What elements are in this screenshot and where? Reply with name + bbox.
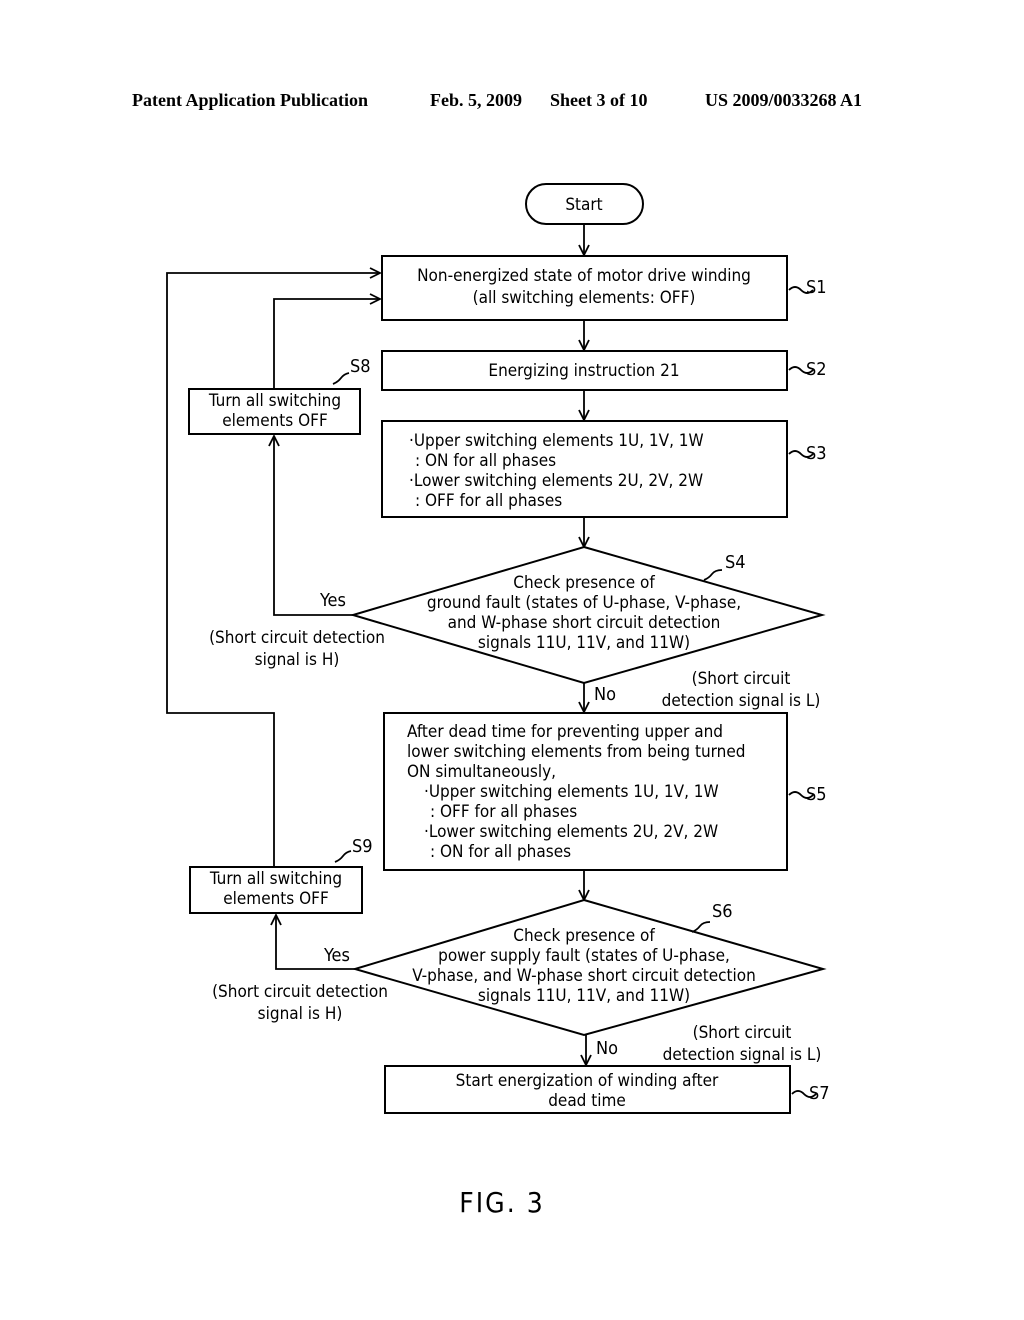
s9-line-1: Turn all switching <box>209 869 342 889</box>
s6-yes-label: Yes <box>323 945 350 966</box>
figure-label: FIG. 3 <box>459 1186 544 1219</box>
s6-no-label: No <box>596 1038 618 1059</box>
s4-tilde <box>703 569 723 581</box>
s4-id: S4 <box>725 552 746 573</box>
s5-line-2: lower switching elements from being turn… <box>407 742 745 762</box>
s5-id: S5 <box>806 784 827 805</box>
connector-s4-yes-s8 <box>273 436 353 616</box>
s9-line-2: elements OFF <box>223 889 329 909</box>
s4-yes-label: Yes <box>319 590 346 611</box>
s6-line-3: V-phase, and W-phase short circuit detec… <box>412 966 756 986</box>
s2-line-1: Energizing instruction 21 <box>488 361 679 381</box>
s9-tilde <box>334 850 352 863</box>
s4-no-label: No <box>594 684 616 705</box>
s1-id: S1 <box>806 277 827 298</box>
s6-yes-note-2: signal is H) <box>258 1004 343 1024</box>
s4-no-note-1: (Short circuit <box>692 669 791 689</box>
s6-no-note-1: (Short circuit <box>693 1023 792 1043</box>
s4-line-1: Check presence of <box>513 573 655 593</box>
s2-id: S2 <box>806 359 827 380</box>
s4-yes-note-2: signal is H) <box>255 650 340 670</box>
s9-id: S9 <box>352 836 373 857</box>
s3-line-4: : OFF for all phases <box>415 491 562 511</box>
s7-line-2: dead time <box>548 1091 626 1111</box>
s5-line-6: ·Lower switching elements 2U, 2V, 2W <box>424 822 718 842</box>
s3-line-3: ·Lower switching elements 2U, 2V, 2W <box>409 471 703 491</box>
s4-line-4: signals 11U, 11V, and 11W) <box>478 633 690 653</box>
s6-line-4: signals 11U, 11V, and 11W) <box>478 986 690 1006</box>
start-label: Start <box>565 195 602 215</box>
s5-line-7: : ON for all phases <box>430 842 571 862</box>
s4-yes-note-1: (Short circuit detection <box>209 628 385 648</box>
s6-line-2: power supply fault (states of U-phase, <box>438 946 730 966</box>
s8-tilde <box>332 372 350 385</box>
s4-line-3: and W-phase short circuit detection <box>448 613 721 633</box>
s5-line-4: ·Upper switching elements 1U, 1V, 1W <box>424 782 719 802</box>
flowchart: Start Non-energized state of motor drive… <box>166 183 830 1219</box>
s5-line-1: After dead time for preventing upper and <box>407 722 723 742</box>
s8-id: S8 <box>350 356 371 377</box>
s5-line-5: : OFF for all phases <box>430 802 577 822</box>
s1-line-1: Non-energized state of motor drive windi… <box>417 266 751 286</box>
s3-line-2: : ON for all phases <box>415 451 556 471</box>
s4-no-note-2: detection signal is L) <box>662 691 821 711</box>
s6-yes-note-1: (Short circuit detection <box>212 982 388 1002</box>
s3-id: S3 <box>806 443 827 464</box>
s5-line-3: ON simultaneously, <box>407 762 556 782</box>
s6-line-1: Check presence of <box>513 926 655 946</box>
s3-line-1: ·Upper switching elements 1U, 1V, 1W <box>409 431 704 451</box>
s7-id: S7 <box>809 1083 830 1104</box>
s8-line-2: elements OFF <box>222 411 328 431</box>
s6-id: S6 <box>712 901 733 922</box>
s4-line-2: ground fault (states of U-phase, V-phase… <box>427 593 741 613</box>
s6-no-note-2: detection signal is L) <box>663 1045 822 1065</box>
s6-tilde <box>691 921 711 933</box>
s1-line-2: (all switching elements: OFF) <box>473 288 696 308</box>
s8-line-1: Turn all switching <box>208 391 341 411</box>
s7-line-1: Start energization of winding after <box>456 1071 719 1091</box>
